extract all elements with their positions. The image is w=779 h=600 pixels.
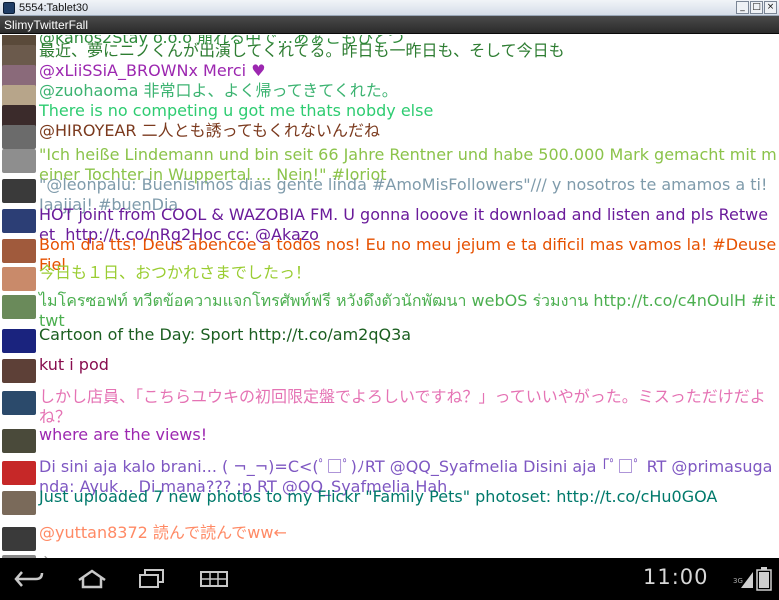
emulator-titlebar: 5554:Tablet30 _ □ × — [0, 0, 779, 16]
user-avatar — [2, 461, 36, 485]
battery-icon — [756, 567, 772, 591]
tweet-row[interactable]: where are the views! — [0, 425, 779, 453]
tweet-row[interactable]: @HIROYEAR 二人とも誘ってもくれないんだね — [0, 121, 779, 149]
tweet-row[interactable]: Cartoon of the Day: Sport http://t.co/am… — [0, 325, 779, 353]
tweet-row[interactable]: @xLiiSSiA_BROWNx Merci ♥ — [0, 61, 779, 89]
window-controls: _ □ × — [736, 1, 777, 14]
user-avatar — [2, 149, 36, 173]
tweet-text: 最近、夢にニノくんが出演してくれてる。昨日も一昨日も、そして今日も — [39, 41, 565, 60]
tweet-row[interactable]: 最近、夢にニノくんが出演してくれてる。昨日も一昨日も、そして今日も — [0, 41, 779, 69]
tweet-text: @xLiiSSiA_BROWNx Merci ♥ — [39, 61, 266, 80]
user-avatar — [2, 527, 36, 551]
emulator-app-icon — [3, 1, 15, 14]
tweet-text: @yuttan8372 読んで読んでww← — [39, 523, 287, 542]
user-avatar — [2, 209, 36, 233]
tweet-text: 今日も１日、おつかれさまでしたっ！ — [39, 263, 312, 282]
tweet-text: There is no competing u got me thats nob… — [39, 101, 434, 120]
tweet-text: where are the views! — [39, 425, 208, 444]
system-bar: 11:00 3G — [0, 558, 779, 600]
user-avatar — [2, 391, 36, 415]
signal-icon — [741, 572, 753, 588]
tweet-row[interactable]: ゝ………… — [0, 551, 779, 558]
tweet-text: Cartoon of the Day: Sport http://t.co/am… — [39, 325, 412, 344]
minimize-button[interactable]: _ — [736, 1, 749, 14]
tweet-feed[interactable]: @kahos2Stay o.o.o 崩れる中で…あぁこもひとつ 最近、夢にニノくん… — [0, 35, 779, 558]
tweet-text: kut i pod — [39, 355, 109, 374]
user-avatar — [2, 239, 36, 263]
user-avatar — [2, 179, 36, 203]
window-title: 5554:Tablet30 — [19, 1, 89, 14]
user-avatar — [2, 491, 36, 515]
maximize-button[interactable]: □ — [750, 1, 763, 14]
home-icon[interactable] — [75, 568, 109, 590]
user-avatar — [2, 329, 36, 353]
close-button[interactable]: × — [764, 1, 777, 14]
tweet-text: @zuohaoma 非常口よ、よく帰ってきてくれた。 — [39, 81, 398, 100]
screenshot-icon[interactable] — [197, 568, 231, 590]
tweet-text: @HIROYEAR 二人とも誘ってもくれないんだね — [39, 121, 381, 140]
tweet-text: しかし店員、「こちらユウキの初回限定盤でよろしいですね？」っていいやがった。ミス… — [39, 387, 766, 426]
tweet-text: Just uploaded 7 new photos to my Flickr … — [39, 487, 718, 506]
user-avatar — [2, 267, 36, 291]
tweet-row[interactable]: @yuttan8372 読んで読んでww← — [0, 523, 779, 551]
tweet-row[interactable]: Just uploaded 7 new photos to my Flickr … — [0, 487, 779, 515]
recent-apps-icon[interactable] — [135, 568, 169, 590]
user-avatar — [2, 429, 36, 453]
user-avatar — [2, 295, 36, 319]
tweet-row[interactable]: しかし店員、「こちらユウキの初回限定盤でよろしいですね？」っていいやがった。ミス… — [0, 387, 779, 427]
tweet-row[interactable]: kut i pod — [0, 355, 779, 383]
app-title: SlimyTwitterFall — [4, 18, 89, 32]
back-icon[interactable] — [12, 568, 46, 590]
app-titlebar: SlimyTwitterFall — [0, 16, 779, 34]
tweet-row[interactable]: There is no competing u got me thats nob… — [0, 101, 779, 129]
tweet-text: ゝ………… — [39, 551, 777, 558]
tweet-row[interactable]: @zuohaoma 非常口よ、よく帰ってきてくれた。 — [0, 81, 779, 109]
tweet-row[interactable]: 今日も１日、おつかれさまでしたっ！ — [0, 263, 779, 291]
user-avatar — [2, 359, 36, 383]
status-clock: 11:00 — [643, 565, 709, 589]
